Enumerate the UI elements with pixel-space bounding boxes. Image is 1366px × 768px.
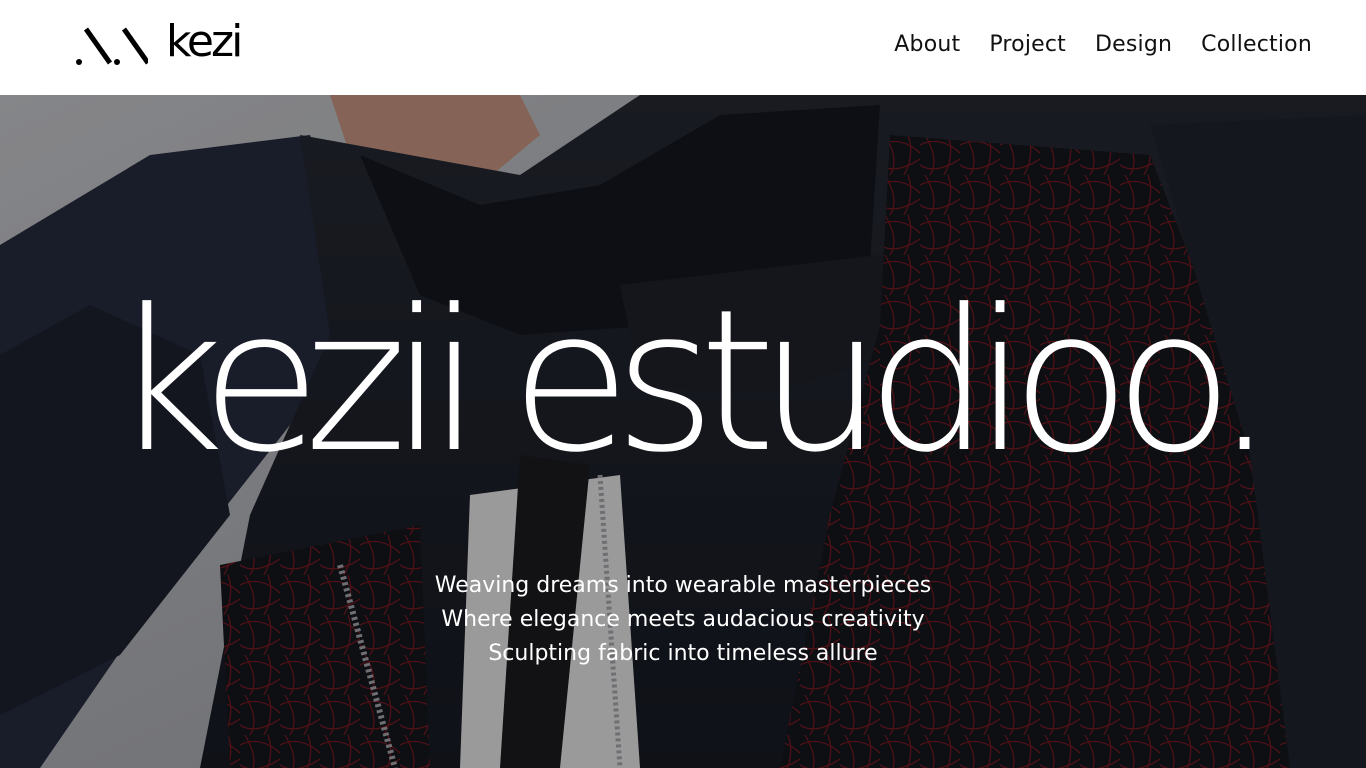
tagline-1: Weaving dreams into wearable masterpiece… [434,573,932,598]
hero-taglines: Weaving dreams into wearable masterpiece… [0,569,1366,671]
hero-title: kezii estudioo. [111,268,1276,496]
nav-design[interactable]: Design [1095,28,1172,62]
nav-collection[interactable]: Collection [1201,28,1312,62]
nav-about[interactable]: About [894,28,960,62]
main-nav: About Project Design Collection [894,28,1312,62]
tagline-3: Sculpting fabric into timeless allure [488,641,878,666]
double-slash-logo-icon [76,27,148,65]
hero-section: kezii estudioo. Weaving dreams into wear… [0,95,1366,768]
brand-logo[interactable]: kezi [76,18,256,68]
brand-logo-text: kezi [166,16,243,67]
tagline-2: Where elegance meets audacious creativit… [441,607,925,632]
navbar: kezi About Project Design Collection [0,0,1366,95]
nav-project[interactable]: Project [989,28,1066,62]
